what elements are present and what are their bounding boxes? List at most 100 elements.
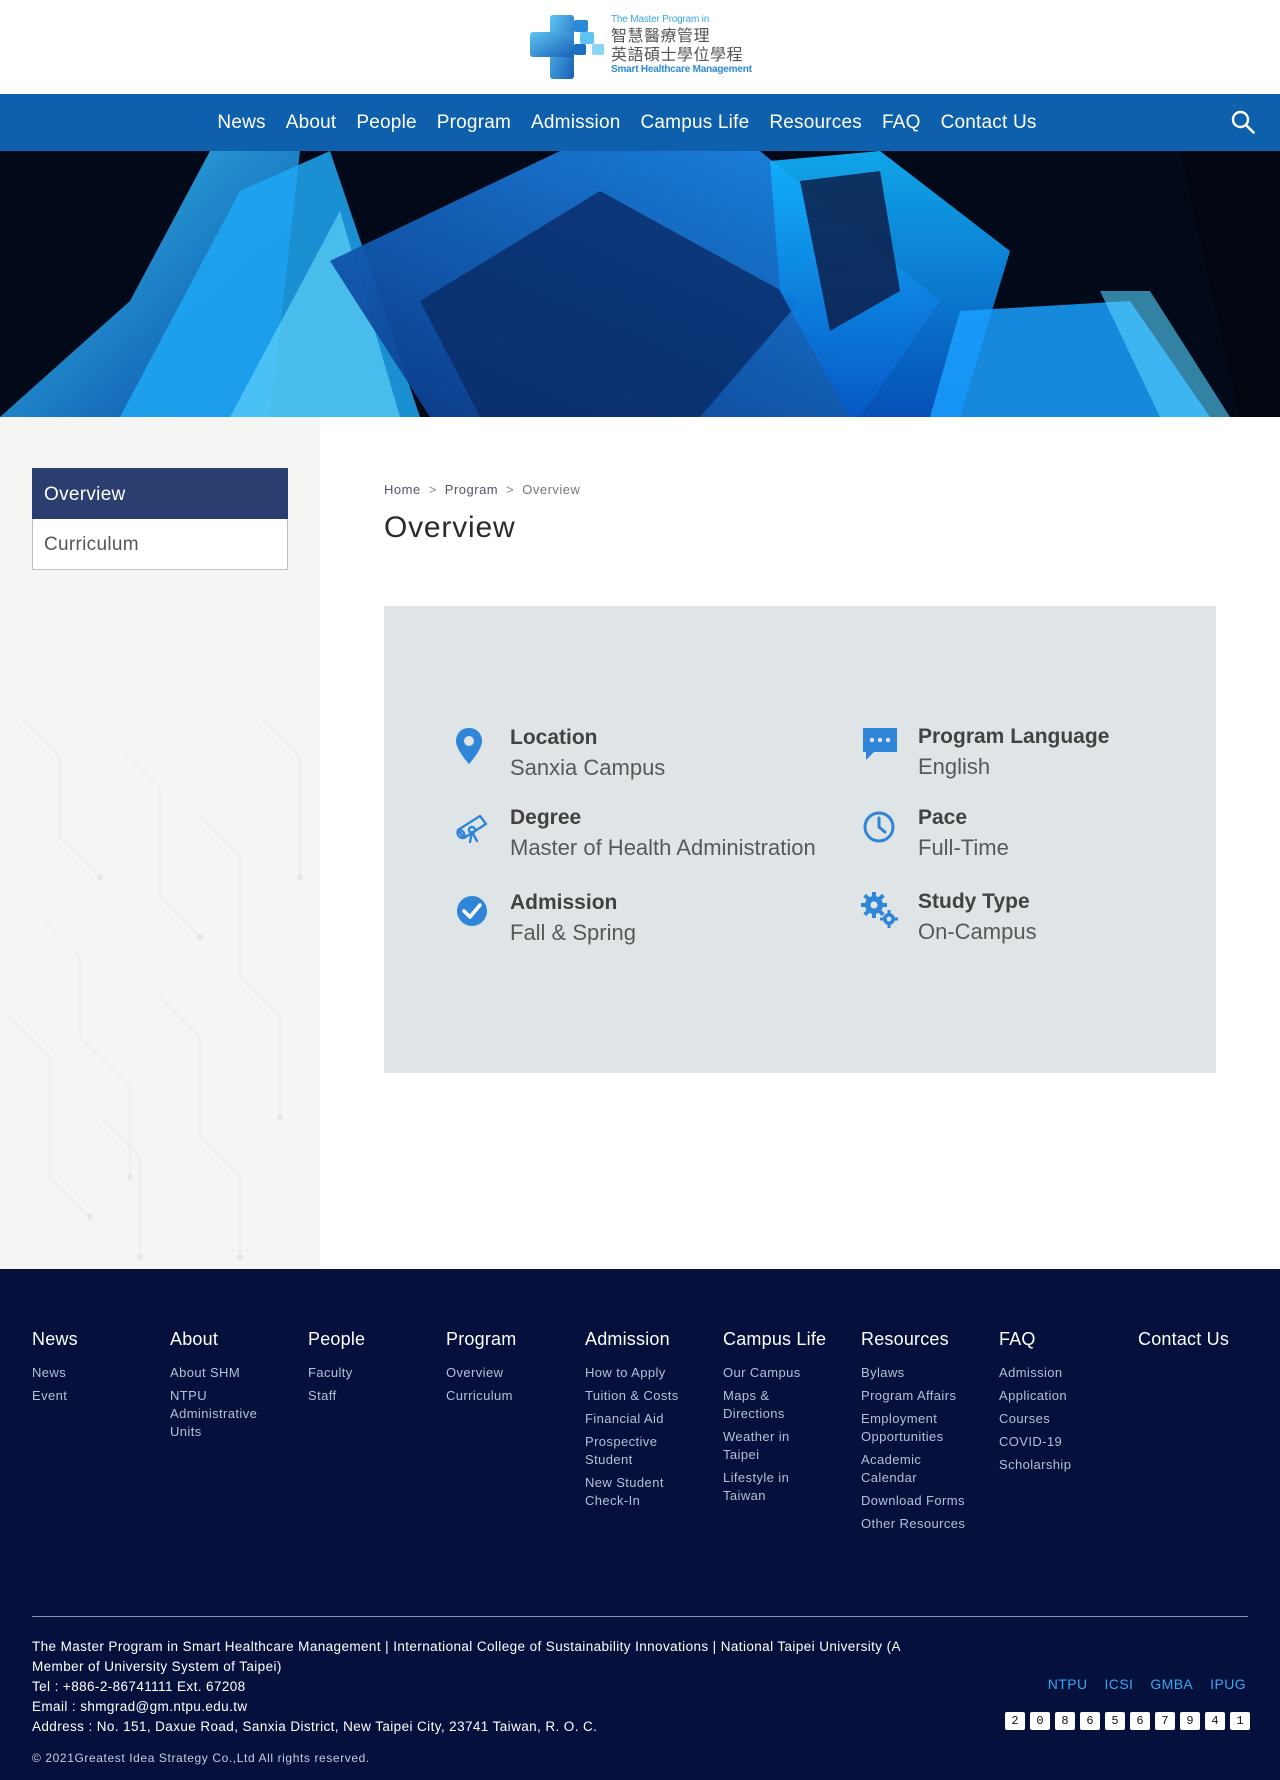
sidebar-item-curriculum[interactable]: Curriculum: [32, 519, 288, 570]
overview-label: Study Type: [918, 890, 1030, 913]
partner-link-ipug[interactable]: IPUG: [1210, 1676, 1246, 1692]
nav-item-campus-life[interactable]: Campus Life: [630, 94, 759, 151]
footer-link[interactable]: Download Forms: [861, 1492, 981, 1510]
footer-link[interactable]: Staff: [308, 1387, 428, 1405]
footer-heading[interactable]: Campus Life: [723, 1329, 826, 1350]
logo-zh-line2: 英語碩士學位學程: [611, 45, 744, 64]
footer-link[interactable]: News: [32, 1364, 152, 1382]
footer-link[interactable]: Program Affairs: [861, 1387, 981, 1405]
footer-column-faq: FAQ Admission Application Courses COVID-…: [999, 1329, 1119, 1479]
counter-digit: 0: [1030, 1712, 1050, 1730]
counter-digit: 1: [1230, 1712, 1250, 1730]
nav-item-news[interactable]: News: [207, 94, 275, 151]
footer-link[interactable]: Financial Aid: [585, 1410, 690, 1428]
sidebar-menu: Overview Curriculum: [32, 468, 288, 570]
footer-link[interactable]: COVID-19: [999, 1433, 1119, 1451]
footer-link[interactable]: Prospective Student: [585, 1433, 690, 1469]
nav-item-resources[interactable]: Resources: [759, 94, 872, 151]
footer-email[interactable]: Email : shmgrad@gm.ntpu.edu.tw: [32, 1697, 912, 1717]
footer-link[interactable]: Bylaws: [861, 1364, 981, 1382]
footer-link[interactable]: Curriculum: [446, 1387, 566, 1405]
overview-label: Admission: [510, 891, 618, 914]
check-circle-icon: [457, 896, 487, 926]
footer-link[interactable]: About SHM: [170, 1364, 275, 1382]
partner-link-icsi[interactable]: ICSI: [1105, 1676, 1134, 1692]
footer-link[interactable]: Weather in Taipei: [723, 1428, 823, 1464]
nav-item-people[interactable]: People: [346, 94, 426, 151]
footer-column-campus-life: Campus Life Our Campus Maps & Directions…: [723, 1329, 826, 1510]
breadcrumb-program[interactable]: Program: [445, 482, 498, 497]
overview-value: Fall & Spring: [510, 920, 636, 945]
footer-heading[interactable]: News: [32, 1329, 152, 1350]
footer-heading[interactable]: People: [308, 1329, 428, 1350]
overview-value: Master of Health Administration: [510, 835, 816, 860]
footer-link[interactable]: Maps & Directions: [723, 1387, 823, 1423]
footer-link[interactable]: How to Apply: [585, 1364, 690, 1382]
footer-link[interactable]: Employment Opportunities: [861, 1410, 981, 1446]
footer-link[interactable]: Other Resources: [861, 1515, 981, 1533]
search-icon[interactable]: [1230, 109, 1256, 135]
nav-item-about[interactable]: About: [276, 94, 347, 151]
footer-column-contact-us: Contact Us: [1138, 1329, 1258, 1364]
partner-link-gmba[interactable]: GMBA: [1150, 1676, 1193, 1692]
site-header: The Master Program in 智慧醫療管理 英語碩士學位學程 Sm…: [0, 0, 1280, 94]
counter-digit: 7: [1155, 1712, 1175, 1730]
overview-label: Program Language: [918, 725, 1110, 748]
clock-icon: [863, 811, 895, 843]
main-nav: News About People Program Admission Camp…: [0, 94, 1280, 151]
counter-digit: 9: [1180, 1712, 1200, 1730]
footer-link[interactable]: Tuition & Costs: [585, 1387, 690, 1405]
footer-link[interactable]: NTPU Administrative Units: [170, 1387, 275, 1441]
footer-heading[interactable]: FAQ: [999, 1329, 1119, 1350]
hero-prisms-image: [0, 151, 1280, 417]
overview-card: Location Sanxia Campus Program Language …: [384, 606, 1216, 1073]
counter-digit: 5: [1105, 1712, 1125, 1730]
footer-link[interactable]: Lifestyle in Taiwan: [723, 1469, 823, 1505]
footer-partner-links: NTPU ICSI GMBA IPUG: [1048, 1676, 1246, 1692]
footer-column-resources: Resources Bylaws Program Affairs Employm…: [861, 1329, 981, 1538]
footer-link[interactable]: Admission: [999, 1364, 1119, 1382]
nav-item-program[interactable]: Program: [427, 94, 521, 151]
footer-heading[interactable]: Program: [446, 1329, 566, 1350]
footer-heading[interactable]: Contact Us: [1138, 1329, 1258, 1350]
footer-column-admission: Admission How to Apply Tuition & Costs F…: [585, 1329, 690, 1515]
footer-heading[interactable]: Admission: [585, 1329, 690, 1350]
overview-value: Full-Time: [918, 835, 1009, 860]
overview-value: Sanxia Campus: [510, 755, 666, 780]
logo-en-top: The Master Program in: [611, 14, 710, 25]
site-logo[interactable]: The Master Program in 智慧醫療管理 英語碩士學位學程 Sm…: [530, 14, 752, 80]
partner-link-ntpu[interactable]: NTPU: [1048, 1676, 1088, 1692]
diploma-icon: [456, 814, 488, 844]
counter-digit: 6: [1080, 1712, 1100, 1730]
footer-link[interactable]: Application: [999, 1387, 1119, 1405]
footer-link[interactable]: Faculty: [308, 1364, 428, 1382]
counter-digit: 2: [1005, 1712, 1025, 1730]
footer-heading[interactable]: Resources: [861, 1329, 981, 1350]
hero-banner: [0, 151, 1280, 417]
chat-bubble-icon: [863, 728, 897, 760]
counter-digit: 6: [1130, 1712, 1150, 1730]
footer-link[interactable]: Overview: [446, 1364, 566, 1382]
footer-link[interactable]: Scholarship: [999, 1456, 1119, 1474]
logo-text: The Master Program in 智慧醫療管理 英語碩士學位學程 Sm…: [611, 14, 761, 76]
nav-item-admission[interactable]: Admission: [521, 94, 630, 151]
footer-column-news: News News Event: [32, 1329, 152, 1410]
footer-heading[interactable]: About: [170, 1329, 275, 1350]
footer-link[interactable]: New Student Check-In: [585, 1474, 690, 1510]
main-nav-list: News About People Program Admission Camp…: [0, 94, 1280, 151]
overview-label: Location: [510, 726, 598, 749]
logo-en-bottom: Smart Healthcare Management: [611, 64, 752, 75]
footer-link[interactable]: Courses: [999, 1410, 1119, 1428]
footer-link[interactable]: Our Campus: [723, 1364, 823, 1382]
breadcrumb-home[interactable]: Home: [384, 482, 421, 497]
footer-link[interactable]: Academic Calendar: [861, 1451, 981, 1487]
sidebar-item-overview[interactable]: Overview: [32, 468, 288, 519]
visitor-counter: 2 0 8 6 5 6 7 9 4 1: [1005, 1712, 1250, 1730]
footer-org-line: The Master Program in Smart Healthcare M…: [32, 1639, 901, 1674]
breadcrumb-separator: >: [506, 482, 515, 497]
nav-item-faq[interactable]: FAQ: [872, 94, 931, 151]
footer-link[interactable]: Event: [32, 1387, 152, 1405]
footer-contact-info: The Master Program in Smart Healthcare M…: [32, 1637, 912, 1737]
logo-mark-icon: [530, 15, 604, 79]
nav-item-contact-us[interactable]: Contact Us: [931, 94, 1047, 151]
